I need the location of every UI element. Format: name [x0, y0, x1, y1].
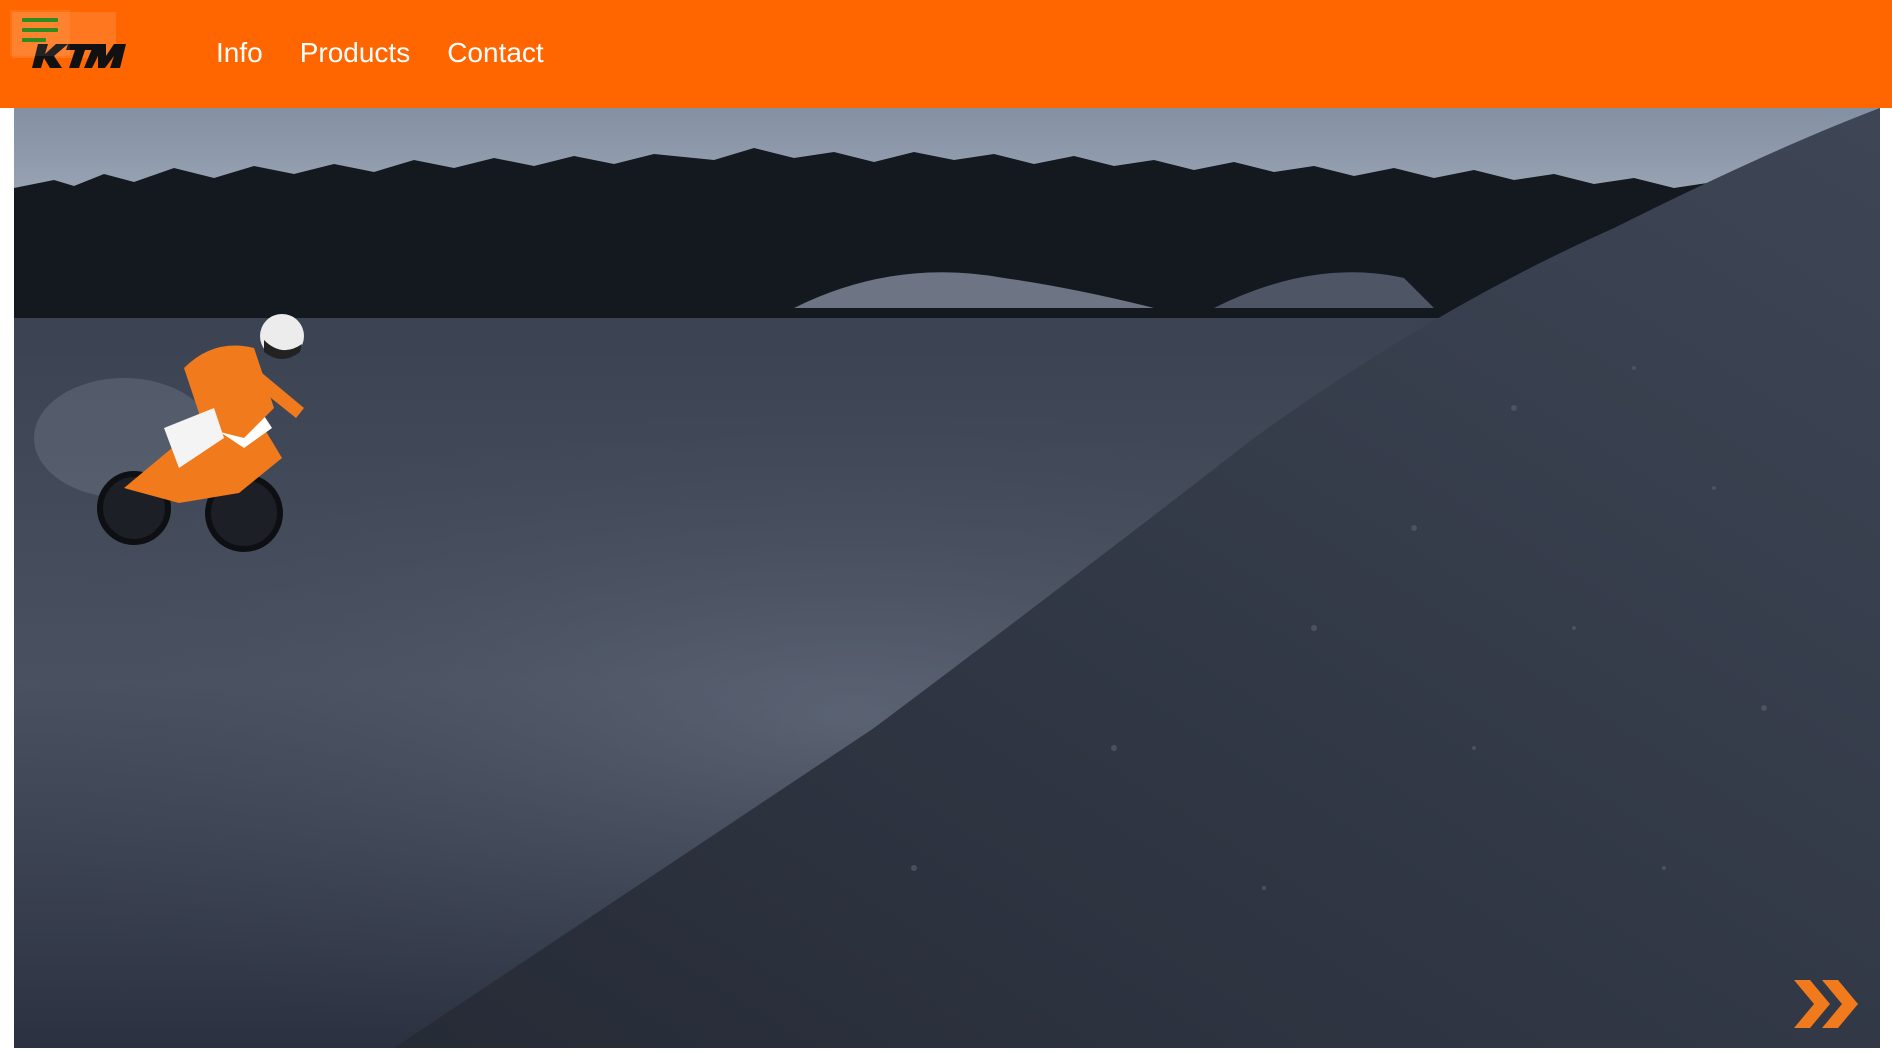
hero-image: [14, 108, 1880, 1048]
double-chevron-right-icon: [1794, 980, 1858, 1028]
nav-item-products[interactable]: Products: [300, 36, 411, 70]
motocross-scene-image: [14, 108, 1880, 1048]
nav-item-info[interactable]: Info: [216, 36, 263, 70]
hamburger-menu-icon[interactable]: [10, 10, 70, 56]
next-slide-button[interactable]: [1792, 974, 1864, 1034]
main-nav: Info Products Contact: [216, 36, 544, 70]
top-navigation-bar: Info Products Contact: [0, 0, 1892, 108]
nav-item-contact[interactable]: Contact: [447, 36, 544, 70]
